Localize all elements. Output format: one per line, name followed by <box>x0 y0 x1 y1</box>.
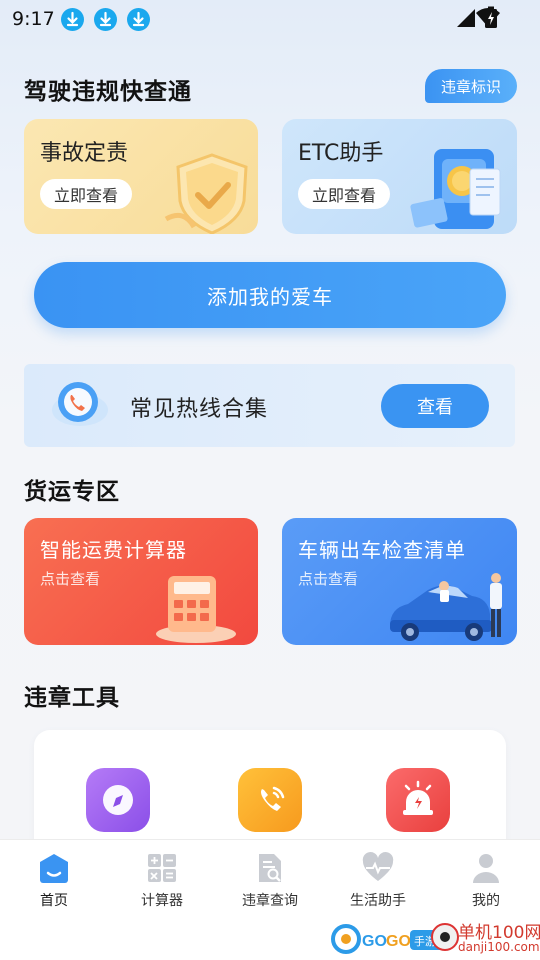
nav-label: 生活助手 <box>350 893 406 909</box>
document-search-icon <box>259 854 281 882</box>
view-now-button[interactable]: 立即查看 <box>40 179 133 209</box>
calculator-icon <box>156 576 236 643</box>
view-now-button[interactable]: 立即查看 <box>298 179 391 209</box>
card-subtitle: 点击查看 <box>298 570 359 588</box>
car-inspection-icon <box>390 573 502 641</box>
nav-label: 我的 <box>472 893 500 909</box>
vehicle-checklist-card[interactable]: 车辆出车检查清单 点击查看 <box>282 518 517 645</box>
nav-label: 违章查询 <box>242 893 298 909</box>
nav-life-assistant[interactable]: 生活助手 <box>330 852 426 910</box>
watermark-logo: GO GO 手游 单机100网 danji100.com <box>330 918 540 960</box>
download-notification-icon <box>94 8 117 31</box>
download-notification-icon <box>61 8 84 31</box>
section-title-tools: 违章工具 <box>24 685 120 711</box>
watermark-site-url: danji100.com <box>458 940 540 954</box>
danji-logo-icon <box>431 923 459 951</box>
heart-pulse-icon <box>362 852 394 881</box>
view-hotline-button[interactable]: 查看 <box>381 384 489 428</box>
nav-violation-query[interactable]: 违章查询 <box>222 852 318 910</box>
hotline-collection-banner[interactable]: 常见热线合集 查看 <box>24 364 515 447</box>
shield-check-icon <box>164 153 248 234</box>
phone-call-icon[interactable] <box>238 768 302 832</box>
nav-label: 计算器 <box>141 893 183 909</box>
svg-text:GO: GO <box>386 933 411 950</box>
card-title: ETC助手 <box>298 141 384 166</box>
calculator-nav-icon <box>148 854 176 882</box>
nav-calculator[interactable]: 计算器 <box>114 852 210 910</box>
section-title-driving: 驾驶违规快查通 <box>24 79 192 105</box>
hotline-label: 常见热线合集 <box>130 397 269 422</box>
user-icon <box>473 854 499 883</box>
nav-home[interactable]: 首页 <box>6 852 102 910</box>
nav-label: 首页 <box>40 893 68 909</box>
add-my-car-button[interactable]: 添加我的爱车 <box>34 262 506 328</box>
accident-liability-card[interactable]: 事故定责 立即查看 <box>24 119 258 234</box>
card-title: 事故定责 <box>40 141 129 166</box>
alarm-light-icon[interactable] <box>386 768 450 832</box>
card-title: 车辆出车检查清单 <box>298 538 466 562</box>
violation-signs-button[interactable]: 违章标识 <box>425 69 517 103</box>
section-title-freight: 货运专区 <box>24 479 120 505</box>
svg-text:GO: GO <box>362 933 387 950</box>
download-notification-icon <box>127 8 150 31</box>
compass-icon[interactable] <box>86 768 150 832</box>
phone-icon <box>52 382 108 426</box>
signal-icon <box>456 8 476 32</box>
status-bar: 9:17 <box>0 0 540 38</box>
nav-mine[interactable]: 我的 <box>438 852 534 910</box>
home-icon <box>40 854 68 883</box>
card-title: 智能运费计算器 <box>40 538 187 562</box>
battery-icon <box>484 6 498 33</box>
status-time: 9:17 <box>12 8 55 30</box>
freight-calculator-card[interactable]: 智能运费计算器 点击查看 <box>24 518 258 645</box>
etc-assistant-card[interactable]: ETC助手 立即查看 <box>282 119 517 234</box>
card-subtitle: 点击查看 <box>40 570 101 588</box>
etc-device-icon <box>410 149 501 229</box>
